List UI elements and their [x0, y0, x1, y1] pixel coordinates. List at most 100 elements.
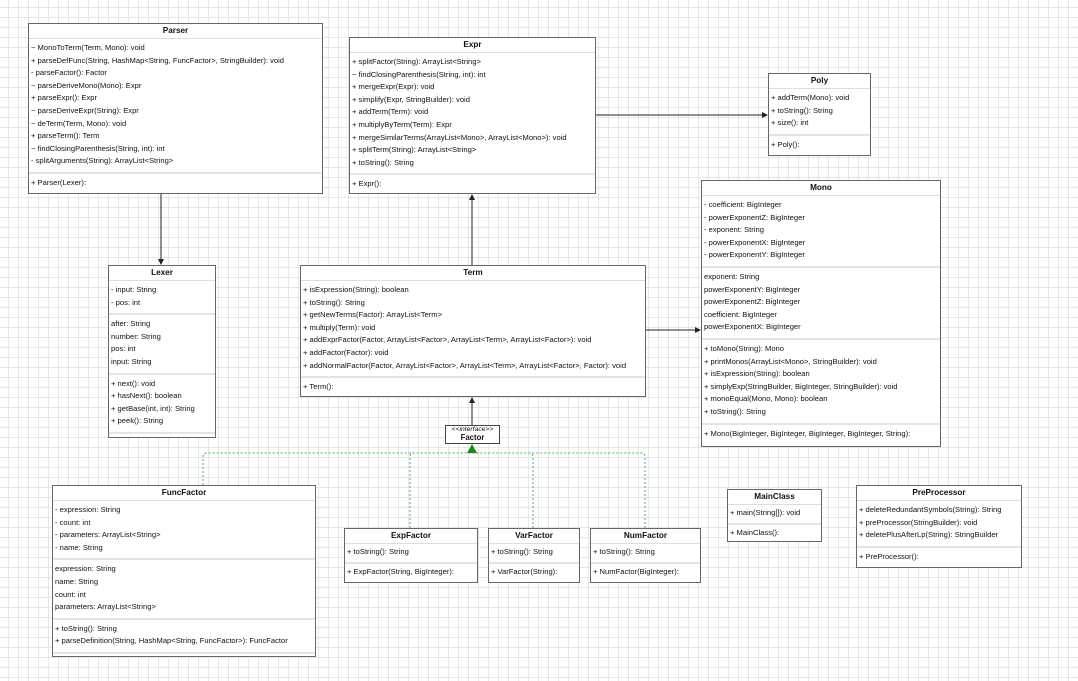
class-member: + Term():	[303, 382, 334, 392]
class-term[interactable]: Term + isExpression(String): boolean + toS…	[300, 265, 646, 397]
class-name: FuncFactor	[53, 486, 315, 501]
class-member: - expression: String	[55, 505, 121, 514]
class-member: + main(String[]): void	[730, 508, 801, 517]
class-section: after: String number: String pos: int input…	[109, 315, 215, 375]
class-member: + printMonos(ArrayList<Mono>, StringBuil…	[704, 356, 877, 366]
class-member: + addTerm(Term): void	[352, 107, 429, 117]
class-section: + MainClass():	[728, 525, 821, 543]
class-member: + splitTerm(String): ArrayList<String>	[352, 145, 477, 155]
class-expr[interactable]: Expr + splitFactor(String): ArrayList<Str…	[349, 37, 596, 194]
class-member: + Parser(Lexer):	[31, 177, 87, 187]
class-section: + next(): void + hasNext(): boolean + getB…	[109, 375, 215, 434]
class-section: + deleteRedundantSymbols(String): String…	[857, 501, 1021, 548]
class-member: + VarFactor(String):	[491, 566, 558, 576]
class-expfactor[interactable]: ExpFactor + toString(): String + ExpFactor…	[344, 528, 478, 583]
class-member: count: int	[55, 589, 86, 599]
class-member: + toString(): String	[347, 547, 409, 556]
class-factor-interface[interactable]: <<interface>> Factor	[445, 425, 500, 444]
class-section: + main(String[]): void	[728, 505, 821, 525]
class-name: Parser	[29, 24, 322, 39]
class-preprocessor[interactable]: PreProcessor + deleteRedundantSymbols(Str…	[856, 485, 1022, 568]
class-member: + Mono(BigInteger, BigInteger, BigIntege…	[704, 428, 911, 438]
class-varfactor[interactable]: VarFactor + toString(): String + VarFactor…	[488, 528, 580, 583]
class-mainclass[interactable]: MainClass + main(String[]): void + MainCla…	[727, 489, 822, 542]
class-section: + VarFactor(String):	[489, 564, 579, 582]
class-member: + ExpFactor(String, BigInteger):	[347, 566, 454, 576]
class-member: input: String	[111, 356, 152, 366]
class-member: + hasNext(): boolean	[111, 391, 182, 401]
class-member: + MainClass():	[730, 527, 780, 537]
class-member: - parseFactor(): Factor	[31, 68, 107, 78]
class-member: + toString(): String	[704, 406, 766, 416]
class-section: + PreProcessor():	[857, 548, 1021, 568]
class-section: + toString(): String + parseDefinition(St…	[53, 620, 315, 654]
class-member: - input: String	[111, 285, 157, 294]
class-member: + preProcessor(StringBuilder): void	[859, 517, 978, 527]
class-member: + isExpression(String): boolean	[704, 369, 810, 379]
class-member: - powerExponentZ: BigInteger	[704, 212, 805, 222]
class-member: parameters: ArrayList<String>	[55, 602, 156, 612]
class-mono[interactable]: Mono - coefficient: BigInteger - powerExpo…	[701, 180, 941, 447]
class-member: + PreProcessor():	[859, 551, 919, 561]
class-member: + size(): int	[771, 118, 809, 128]
class-section: - coefficient: BigInteger - powerExponent…	[702, 196, 940, 268]
class-member: + mergeSimilarTerms(ArrayList<Mono>, Arr…	[352, 132, 567, 142]
class-name: Lexer	[109, 266, 215, 281]
class-section: - input: String - pos: int	[109, 281, 215, 316]
class-member: + addFactor(Factor): void	[303, 347, 389, 357]
class-section: + Term():	[301, 378, 645, 398]
class-member: + toString(): String	[491, 547, 553, 556]
edge-numfactor-factor	[529, 452, 646, 528]
class-member: - coefficient: BigInteger	[704, 200, 782, 209]
class-section: expression: String name: String count: int…	[53, 560, 315, 620]
class-member: + parseDefinition(String, HashMap<String…	[55, 636, 288, 646]
class-member: + NumFactor(BigInteger):	[593, 566, 679, 576]
class-name: NumFactor	[591, 529, 700, 544]
edge-varfactor-factor	[472, 452, 534, 528]
class-section: + isExpression(String): boolean + toStrin…	[301, 281, 645, 379]
class-lexer[interactable]: Lexer - input: String - pos: int after: Str…	[108, 265, 216, 438]
class-member: + getNewTerms(Factor): ArrayList<Term>	[303, 310, 443, 320]
class-section: + ExpFactor(String, BigInteger):	[345, 564, 477, 582]
class-section: ~ MonoToTerm(Term, Mono): void + parseDef…	[29, 39, 322, 174]
class-name: VarFactor	[489, 529, 579, 544]
class-member: ~ MonoToTerm(Term, Mono): void	[31, 43, 145, 52]
class-name: PreProcessor	[857, 486, 1021, 501]
class-member: + toString(): String	[352, 157, 414, 167]
class-section: + Poly():	[769, 136, 870, 156]
class-member: + simplyExp(StringBuilder, BigInteger, S…	[704, 381, 898, 391]
class-section: + addTerm(Mono): void + toString(): Strin…	[769, 89, 870, 136]
class-member: + peek(): String	[111, 416, 164, 426]
class-member: powerExponentY: BigInteger	[704, 284, 801, 294]
class-member: + addNormalFactor(Factor, ArrayList<Fact…	[303, 360, 627, 370]
class-member: - powerExponentY: BigInteger	[704, 250, 805, 260]
class-section: + splitFactor(String): ArrayList<String>…	[350, 53, 595, 176]
class-member: name: String	[55, 576, 99, 586]
class-member: + mergeExpr(Expr): void	[352, 82, 435, 92]
class-section: + toMono(String): Mono + printMonos(Array…	[702, 340, 940, 425]
class-numfactor[interactable]: NumFactor + toString(): String + NumFactor…	[590, 528, 701, 583]
class-member: + monoEqual(Mono, Mono): boolean	[704, 394, 828, 404]
class-member: - exponent: String	[704, 225, 764, 235]
class-member: + deletePlusAfterLp(String): StringBuild…	[859, 530, 999, 540]
class-funcfactor[interactable]: FuncFactor - expression: String - count: i…	[52, 485, 316, 657]
class-member: + parseDefFunc(String, HashMap<String, F…	[31, 55, 285, 65]
class-member: + simplify(Expr, StringBuilder): void	[352, 94, 470, 104]
class-poly[interactable]: Poly + addTerm(Mono): void + toString(): S…	[768, 73, 871, 156]
class-member: - count: int	[55, 517, 91, 527]
edge-expfactor-factor	[409, 452, 415, 528]
class-parser[interactable]: Parser ~ MonoToTerm(Term, Mono): void + pa…	[28, 23, 323, 194]
class-member: pos: int	[111, 344, 136, 354]
class-member: ~ findClosingParenthesis(String, int): i…	[31, 143, 165, 153]
class-member: + deleteRedundantSymbols(String): String	[859, 505, 1002, 514]
class-member: + toMono(String): Mono	[704, 343, 784, 353]
class-section: + Mono(BigInteger, BigInteger, BigIntege…	[702, 425, 940, 445]
class-section	[109, 434, 215, 441]
class-member: coefficient: BigInteger	[704, 309, 777, 319]
class-member: powerExponentX: BigInteger	[704, 322, 801, 332]
realization-arrowhead	[467, 444, 477, 453]
class-member: + Poly():	[771, 139, 800, 149]
class-member: - name: String	[55, 542, 103, 552]
class-member: + toString(): String	[55, 623, 117, 633]
edge-funcfactor-factor	[202, 452, 472, 485]
